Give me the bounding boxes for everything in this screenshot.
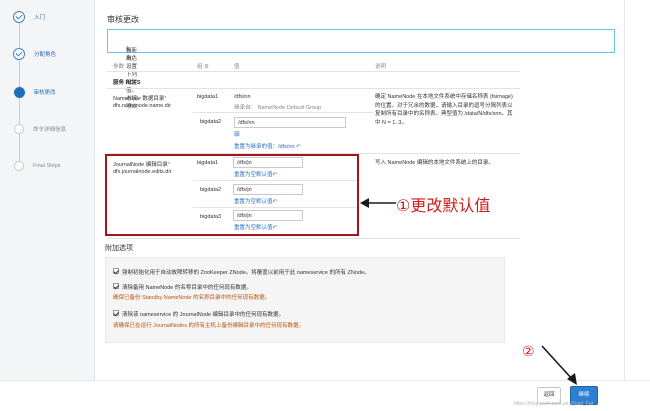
current-step-icon <box>13 86 25 98</box>
highlight-box <box>105 154 359 236</box>
step-command-details: 命令详细信息 <box>13 122 66 136</box>
add-value-icon[interactable]: ⊞ <box>234 130 240 138</box>
gear-icon: ⚙ <box>204 64 209 70</box>
reset-to-inherited-link[interactable]: 重置为继承的值：/dfs/nn ↶ <box>234 142 301 150</box>
column-header-param: 参数 <box>113 64 125 70</box>
namenode-dir-property: dfs.namenode.name.dir <box>113 103 171 109</box>
wizard-steps: 入门 分配角色 审核更改 命令详细信息 Final Steps <box>0 0 95 411</box>
clear-journalnode-checkbox[interactable] <box>113 310 119 316</box>
row-divider <box>107 88 520 89</box>
namenode-group1-value: /dfs/nn <box>234 94 251 100</box>
header-divider <box>107 71 520 72</box>
standby-backup-warning: 确保已备份 Standby NameNode 的名称目录中的任何现有数据。 <box>113 295 271 301</box>
info-alert: 为新角色设置下列配置值。必填项以 * 标出。 <box>107 29 615 110</box>
clear-standby-namenode-label: 清除备用 NameNode 的名称目录中的任何现有数据。 <box>122 285 252 291</box>
watermark: https://blog.csdn.net/Lab_Road_Fat <box>514 401 594 407</box>
force-init-znode-checkbox[interactable] <box>113 268 119 274</box>
step-label: 入门 <box>34 15 46 21</box>
undo-icon: ↶ <box>296 144 301 150</box>
force-init-znode-label: 强制初始化用于自动故障转移的 ZooKeeper ZNode。将覆盖以前用于此 … <box>122 270 370 276</box>
page-title: 审核更改 <box>107 15 139 24</box>
step-label: 审核更改 <box>33 90 56 96</box>
step-label: 命令详细信息 <box>33 127 67 133</box>
pending-step-icon <box>14 161 24 171</box>
group-name: bigdata1 <box>197 94 219 100</box>
check-circle-icon <box>13 48 25 60</box>
column-header-desc: 说明 <box>375 64 387 70</box>
step-label: Final Steps <box>33 163 61 169</box>
inherit-note: 继承自： NameNode Default Group <box>234 105 322 111</box>
column-header-group: 组 ⚙ <box>197 64 209 70</box>
journalnode-backup-warning: 请确保已在运行 JournalNodes 的所有主机上备份编辑目录中的任何现有数… <box>113 323 304 329</box>
clear-journalnode-label: 清除该 nameservice 的 JournalNode 编辑目录中的任何现有… <box>122 312 284 318</box>
column-header-value: 值 <box>234 64 240 70</box>
row-divider <box>107 238 520 239</box>
check-circle-icon <box>13 11 25 23</box>
pending-step-icon <box>14 124 24 134</box>
namenode-description: 确定 NameNode 在本地文件系统中存储名称表 (fsimage) 的位置。… <box>375 94 513 126</box>
step-final-steps: Final Steps <box>13 159 61 173</box>
step-review-changes[interactable]: 审核更改 <box>13 85 56 99</box>
annotation-change-defaults: ①更改默认值 <box>396 196 491 215</box>
namenode-group2-input[interactable]: /dfs/nn <box>234 117 346 128</box>
step-getting-started[interactable]: 入门 <box>13 10 45 24</box>
clear-standby-namenode-checkbox[interactable] <box>113 283 119 289</box>
service-heading: 服务 HDFS <box>113 80 141 86</box>
group-name: bigdata2 <box>200 119 222 125</box>
row-divider <box>193 112 373 113</box>
namenode-dir-label: NameNode 数据目录* <box>113 96 167 102</box>
journalnode-description: 写入 NameNode 编辑的本地文件系统上的目录。 <box>375 160 494 166</box>
annotation-arrow-2 <box>541 345 577 385</box>
extra-options-heading: 附加选项 <box>105 245 133 252</box>
step-label: 分配角色 <box>34 52 57 58</box>
step-assign-roles[interactable]: 分配角色 <box>13 47 56 61</box>
annotation-arrow <box>360 198 396 208</box>
annotation-step2: ② <box>522 344 535 360</box>
